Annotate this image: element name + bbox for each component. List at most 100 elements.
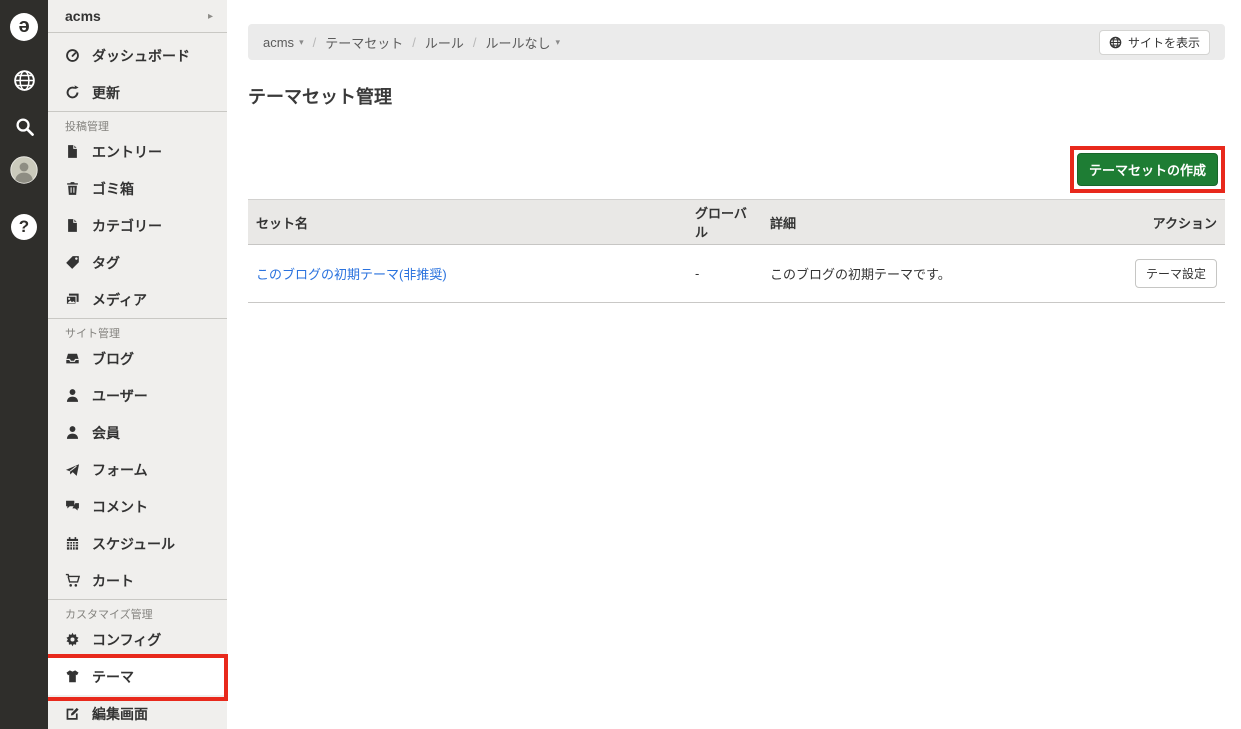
blog-icon	[65, 351, 80, 366]
help-glyph: ?	[19, 217, 29, 237]
sidebar-section-label: サイト管理	[48, 319, 227, 340]
acms-logo[interactable]: ə	[10, 13, 38, 41]
category-icon	[65, 218, 80, 233]
sidebar-item-schedule[interactable]: スケジュール	[48, 525, 227, 562]
refresh-icon	[65, 85, 80, 100]
breadcrumb-item-3[interactable]: ルールなし▾	[486, 33, 561, 52]
entry-icon	[65, 144, 80, 159]
sidebar-item-label: エントリー	[92, 142, 162, 162]
annotation-create-themeset: テーマセットの作成	[1070, 146, 1225, 193]
view-site-label: サイトを表示	[1128, 34, 1200, 51]
breadcrumb-item-2[interactable]: ルール	[425, 33, 464, 52]
sidebar-item-label: コメント	[92, 497, 148, 517]
member-icon	[65, 425, 80, 440]
column-header-2: 詳細	[762, 200, 1105, 245]
breadcrumb-label: ルール	[425, 33, 464, 52]
sidebar-item-label: スケジュール	[92, 534, 175, 554]
comment-icon	[65, 499, 80, 514]
app-rail: ə ?	[0, 0, 48, 729]
column-header-1: グローバル	[687, 200, 762, 245]
sidebar-item-theme[interactable]: テーマ	[48, 658, 227, 695]
breadcrumb-separator: /	[313, 35, 317, 50]
sidebar-item-media[interactable]: メディア	[48, 281, 227, 318]
sidebar-item-label: メディア	[92, 290, 147, 310]
main-content: acms▾/テーマセット/ルール/ルールなし▾ サイトを表示 テーマセット管理 …	[227, 0, 1241, 729]
sidebar-section-label: カスタマイズ管理	[48, 600, 227, 621]
themeset-name-link[interactable]: このブログの初期テーマ(非推奨)	[256, 267, 447, 282]
sidebar-item-category[interactable]: カテゴリー	[48, 207, 227, 244]
breadcrumb-item-1[interactable]: テーマセット	[325, 33, 403, 52]
sidebar-blog-name: acms	[65, 8, 101, 24]
app-window: ə ? acms ▸ ダッシュボード更新投稿管理エントリーゴミ箱カテゴリータグメ…	[0, 0, 1241, 729]
sidebar-item-tag[interactable]: タグ	[48, 244, 227, 281]
breadcrumb-separator: /	[473, 35, 477, 50]
actions-row: テーマセットの作成	[248, 146, 1225, 193]
cart-icon	[65, 573, 80, 588]
sidebar-item-comment[interactable]: コメント	[48, 488, 227, 525]
sidebar-item-config[interactable]: コンフィグ	[48, 621, 227, 658]
globe-icon[interactable]	[12, 68, 37, 93]
sidebar-item-entry[interactable]: エントリー	[48, 133, 227, 170]
column-header-3: アクション	[1105, 200, 1225, 245]
themeset-table: セット名グローバル詳細アクション このブログの初期テーマ(非推奨) -このブログの…	[248, 199, 1225, 303]
sidebar-item-label: ダッシュボード	[92, 46, 190, 66]
search-icon[interactable]	[13, 115, 36, 138]
sidebar-item-form[interactable]: フォーム	[48, 451, 227, 488]
sidebar-item-dashboard[interactable]: ダッシュボード	[48, 37, 227, 74]
breadcrumb-label: ルールなし	[486, 33, 551, 52]
page-title: テーマセット管理	[248, 87, 1225, 108]
chevron-right-icon: ▸	[208, 11, 213, 22]
sidebar-item-label: タグ	[92, 253, 120, 273]
column-header-0: セット名	[248, 200, 687, 245]
table-header-row: セット名グローバル詳細アクション	[248, 200, 1225, 245]
sidebar-item-label: 編集画面	[92, 704, 148, 724]
sidebar-item-cart[interactable]: カート	[48, 562, 227, 599]
avatar[interactable]	[10, 156, 38, 184]
sidebar-item-edit-screen[interactable]: 編集画面	[48, 695, 227, 729]
dashboard-icon	[65, 48, 80, 63]
table-row: このブログの初期テーマ(非推奨) -このブログの初期テーマです。 テーマ設定	[248, 245, 1225, 303]
sidebar-item-member[interactable]: 会員	[48, 414, 227, 451]
sidebar-item-label: 更新	[92, 83, 120, 103]
user-icon	[65, 388, 80, 403]
help-icon[interactable]: ?	[11, 214, 37, 240]
sidebar-item-user[interactable]: ユーザー	[48, 377, 227, 414]
edit-icon	[65, 706, 80, 721]
sidebar-item-label: フォーム	[92, 460, 148, 480]
breadcrumb-separator: /	[412, 35, 416, 50]
sidebar-item-trash[interactable]: ゴミ箱	[48, 170, 227, 207]
theme-icon	[65, 669, 80, 684]
view-site-button[interactable]: サイトを表示	[1099, 30, 1210, 55]
themeset-detail-cell: このブログの初期テーマです。	[762, 245, 1105, 303]
theme-settings-button[interactable]: テーマ設定	[1135, 259, 1217, 288]
sidebar-item-label: ユーザー	[92, 386, 148, 406]
config-icon	[65, 632, 80, 647]
sidebar: acms ▸ ダッシュボード更新投稿管理エントリーゴミ箱カテゴリータグメディアサ…	[48, 0, 227, 729]
sidebar-item-label: 会員	[92, 423, 120, 443]
sidebar-item-blog[interactable]: ブログ	[48, 340, 227, 377]
sidebar-section-label: 投稿管理	[48, 112, 227, 133]
sidebar-item-update[interactable]: 更新	[48, 74, 227, 111]
trash-icon	[65, 181, 80, 196]
sidebar-item-label: カート	[92, 571, 134, 591]
sidebar-menu: ダッシュボード更新投稿管理エントリーゴミ箱カテゴリータグメディアサイト管理ブログ…	[48, 33, 227, 729]
sidebar-item-label: カテゴリー	[92, 216, 162, 236]
sidebar-blog-switcher[interactable]: acms ▸	[48, 0, 227, 33]
form-icon	[65, 462, 80, 477]
media-icon	[65, 292, 80, 307]
sidebar-item-label: ブログ	[92, 349, 134, 369]
themeset-global-cell: -	[687, 245, 762, 303]
acms-logo-glyph: ə	[18, 16, 29, 36]
schedule-icon	[65, 536, 80, 551]
breadcrumb-label: テーマセット	[325, 33, 403, 52]
globe-small-icon	[1109, 36, 1122, 49]
breadcrumb-bar: acms ▾ / テーマセット / ルール / ルールなし▾ サイトを表示	[248, 24, 1225, 60]
tag-icon	[65, 255, 80, 270]
breadcrumb-label: acms	[263, 35, 294, 50]
breadcrumb-item-0[interactable]: acms ▾	[263, 35, 304, 50]
chevron-down-icon: ▾	[299, 37, 304, 48]
sidebar-item-label: コンフィグ	[92, 630, 161, 650]
breadcrumb: acms ▾ / テーマセット / ルール / ルールなし▾	[263, 33, 1099, 52]
sidebar-item-label: テーマ	[92, 667, 134, 687]
create-themeset-button[interactable]: テーマセットの作成	[1077, 153, 1218, 186]
